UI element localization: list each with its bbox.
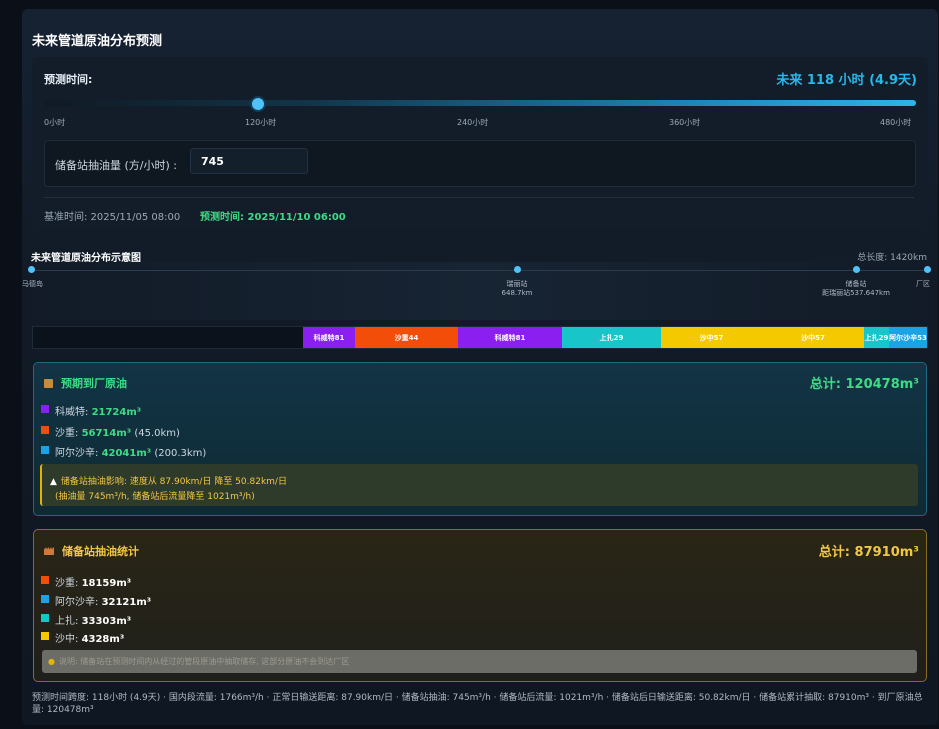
reserve-note-text: 说明: 储备站在预测时间内从经过的管段原油中抽取储存, 这部分原油不会到达厂区 <box>58 657 350 666</box>
item-amount: 4328m³ <box>81 634 125 645</box>
item-amount: 32121m³ <box>101 597 152 608</box>
item-name: 阿尔沙辛: <box>55 448 102 459</box>
pump-rate-input[interactable] <box>190 148 308 174</box>
reserve-item-sha-heavy: 沙重: 18159m³ <box>55 574 131 589</box>
warning-line-2: (抽油量 745m³/h, 储备站后流量降至 1021m³/h) <box>55 492 255 502</box>
legend-swatch-sha-medium <box>41 632 49 640</box>
segment-kuwait-2: 科威特81 <box>458 327 562 348</box>
summary-footer: 预测时间跨度: 118小时 (4.9天) · 国内段流量: 1766m³/h ·… <box>32 693 923 715</box>
slider-tick-360: 360小时 <box>669 118 701 127</box>
item-name: 沙重: <box>55 428 82 439</box>
predicted-time: 预测时间: 2025/11/10 06:00 <box>200 212 346 223</box>
arrival-item-kuwait: 科威特: 21724m³ <box>55 403 141 418</box>
slider-tick-480: 480小时 <box>880 118 912 127</box>
item-distance: (200.3km) <box>151 448 207 459</box>
segment-kuwait-1: 科威特81 <box>303 327 355 348</box>
warning-text-1: 储备站抽油影响: 速度从 87.90km/日 降至 50.82km/日 <box>60 477 287 487</box>
warning-line-1: ▲ 储备站抽油影响: 速度从 87.90km/日 降至 50.82km/日 <box>50 474 287 487</box>
legend-swatch-sha-heavy <box>41 426 49 434</box>
item-amount: 21724m³ <box>91 407 142 418</box>
factory-icon <box>44 547 54 555</box>
pipeline-line <box>32 270 927 271</box>
arrival-title-text: 预期到厂原油 <box>61 377 127 390</box>
station-marker-madao <box>28 266 35 273</box>
item-amount: 33303m³ <box>81 616 132 627</box>
station-marker-ruili <box>514 266 521 273</box>
forecast-time-slider[interactable] <box>44 100 916 106</box>
reserve-note: ● 说明: 储备站在预测时间内从经过的管段原油中抽取储存, 这部分原油不会到达厂区 <box>48 656 349 667</box>
reserve-item-arab-shaheen: 阿尔沙辛: 32121m³ <box>55 593 151 608</box>
pump-rate-label: 储备站抽油量 (方/小时) : <box>55 159 177 172</box>
segment-sha-medium-1: 沙中57 <box>661 327 762 348</box>
item-name: 沙中: <box>55 634 82 645</box>
station-marker-plant <box>924 266 931 273</box>
package-icon <box>44 379 53 388</box>
station-km-reserve: 距瑞丽站537.647km <box>822 289 890 297</box>
reserve-item-sha-medium: 沙中: 4328m³ <box>55 630 124 645</box>
station-label-ruili: 瑞丽站 <box>506 280 528 288</box>
segment-sha-medium-2: 沙中57 <box>762 327 864 348</box>
station-marker-reserve <box>853 266 860 273</box>
arrival-item-sha-heavy: 沙重: 56714m³ (45.0km) <box>55 424 180 439</box>
reserve-item-upper-zakum: 上扎: 33303m³ <box>55 612 131 627</box>
segment-sha-heavy: 沙重44 <box>355 327 458 348</box>
station-label-plant: 厂区 <box>916 280 930 288</box>
segment-upper-zakum-1: 上扎29 <box>562 327 661 348</box>
reserve-title-text: 储备站抽油统计 <box>62 545 139 558</box>
slider-tick-120: 120小时 <box>245 118 277 127</box>
page-title: 未来管道原油分布预测 <box>32 34 163 49</box>
segment-arab-shaheen: 阿尔沙辛53 <box>889 327 927 348</box>
lightbulb-icon: ● <box>48 657 55 666</box>
legend-swatch-sha-heavy <box>41 576 49 584</box>
station-label-reserve: 储备站 <box>845 280 867 288</box>
arrival-item-arab-shaheen: 阿尔沙辛: 42041m³ (200.3km) <box>55 444 206 459</box>
reserve-title: 储备站抽油统计 <box>44 543 139 559</box>
item-name: 科威特: <box>55 407 92 418</box>
legend-swatch-kuwait <box>41 405 49 413</box>
item-amount: 18159m³ <box>81 578 132 589</box>
item-name: 上扎: <box>55 616 82 627</box>
item-amount: 42041m³ <box>101 448 152 459</box>
legend-swatch-upper-zakum <box>41 614 49 622</box>
station-km-ruili: 648.7km <box>501 289 533 297</box>
segment-upper-zakum-2: 上扎29 <box>864 327 889 348</box>
warning-icon: ▲ <box>50 477 57 487</box>
item-amount: 56714m³ <box>81 428 132 439</box>
item-distance: (45.0km) <box>131 428 180 439</box>
item-name: 阿尔沙辛: <box>55 597 102 608</box>
station-label-madao: 马德岛 <box>22 280 43 288</box>
legend-swatch-arab-shaheen <box>41 595 49 603</box>
arrival-total: 总计: 120478m³ <box>809 377 919 392</box>
arrival-title: 预期到厂原油 <box>44 375 127 391</box>
item-name: 沙重: <box>55 578 82 589</box>
divider <box>44 197 914 198</box>
reserve-total: 总计: 87910m³ <box>818 545 919 560</box>
forecast-time-label: 预测时间: <box>44 73 93 86</box>
forecast-time-value: 未来 118 小时 (4.9天) <box>776 73 917 88</box>
slider-tick-240: 240小时 <box>457 118 489 127</box>
base-time: 基准时间: 2025/11/05 08:00 <box>44 212 181 223</box>
slider-tick-0: 0小时 <box>44 118 66 127</box>
legend-swatch-arab-shaheen <box>41 446 49 454</box>
